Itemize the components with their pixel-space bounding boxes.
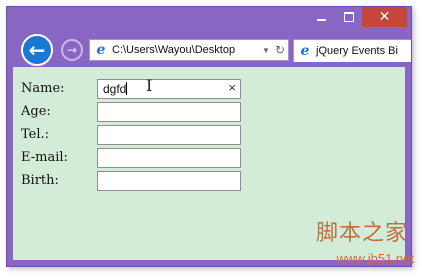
text-caret <box>126 82 128 95</box>
ie-icon: e <box>300 43 310 59</box>
window-controls: ✕ <box>308 7 407 29</box>
watermark-chinese: 脚本之家 <box>315 221 408 246</box>
forward-button[interactable]: → <box>61 39 83 61</box>
watermark-url: www.jb51.net <box>336 251 414 266</box>
maximize-icon <box>343 12 354 22</box>
minimize-icon <box>317 19 326 21</box>
back-arrow-icon: ← <box>28 38 46 62</box>
tab-jquery-events[interactable]: e jQuery Events Bi <box>293 39 411 62</box>
tab-title: jQuery Events Bi <box>316 45 398 57</box>
tel-field[interactable] <box>97 125 241 145</box>
birth-field[interactable] <box>97 171 241 191</box>
tel-label: Tel.: <box>21 127 50 142</box>
back-button[interactable]: ← <box>21 34 53 66</box>
minimize-button[interactable] <box>308 7 335 27</box>
ibeam-cursor-icon: I <box>146 76 153 95</box>
close-button[interactable]: ✕ <box>362 7 407 27</box>
name-label: Name: <box>21 81 65 96</box>
chevron-down-icon[interactable]: ▼ <box>260 46 272 55</box>
close-icon: ✕ <box>378 9 391 25</box>
name-value: dgfd <box>103 82 127 96</box>
age-field[interactable] <box>97 102 241 122</box>
maximize-button[interactable] <box>335 7 362 27</box>
ie-icon: e <box>96 42 106 58</box>
name-field[interactable]: dgfd × <box>97 79 241 99</box>
forward-arrow-icon: → <box>66 43 78 57</box>
clear-icon[interactable]: × <box>228 80 236 95</box>
address-bar[interactable]: e C:\Users\Wayou\Desktop ▼ ↻ <box>89 39 289 61</box>
refresh-icon[interactable]: ↻ <box>272 43 288 57</box>
email-label: E-mail: <box>21 150 68 165</box>
address-text[interactable]: C:\Users\Wayou\Desktop <box>112 44 260 56</box>
email-field[interactable] <box>97 148 241 168</box>
birth-label: Birth: <box>21 173 59 188</box>
age-label: Age: <box>21 104 51 119</box>
